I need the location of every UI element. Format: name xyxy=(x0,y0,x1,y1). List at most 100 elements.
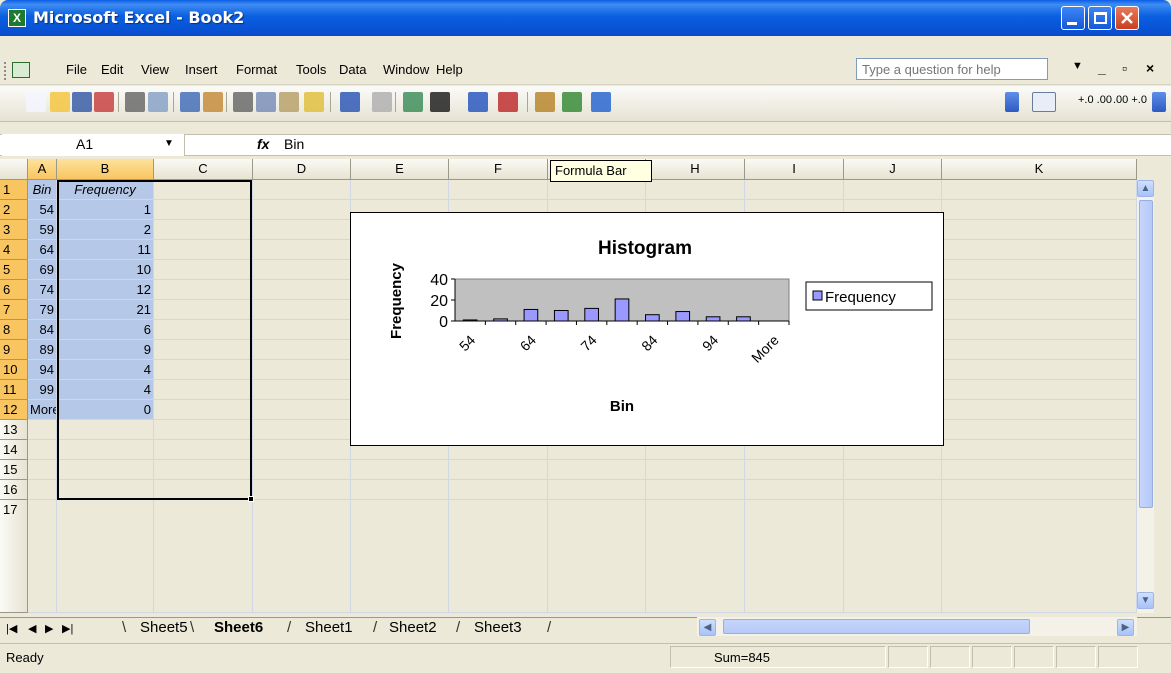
column-header-d[interactable]: D xyxy=(253,159,351,180)
bar-79[interactable] xyxy=(614,298,630,322)
cell[interactable] xyxy=(942,260,1137,280)
column-header-b[interactable]: B xyxy=(57,159,154,180)
cell[interactable] xyxy=(449,180,548,200)
cell[interactable] xyxy=(942,460,1137,480)
sort-descending-icon[interactable] xyxy=(498,92,518,112)
column-header-a[interactable]: A xyxy=(28,159,57,180)
cell[interactable] xyxy=(253,200,351,220)
mdi-restore-icon[interactable]: ▫ xyxy=(1122,60,1127,76)
cell[interactable] xyxy=(253,500,351,613)
last-sheet-icon[interactable]: ▶| xyxy=(62,622,73,635)
cell[interactable] xyxy=(28,420,57,440)
increase-decimal-button[interactable]: +.0 .00 xyxy=(1078,94,1112,106)
workbook-icon[interactable] xyxy=(12,62,30,78)
row-header-10[interactable]: 10 xyxy=(0,360,28,380)
bin-cell[interactable]: 69 xyxy=(28,260,57,280)
cell[interactable] xyxy=(253,320,351,340)
bar-84[interactable] xyxy=(645,314,660,322)
scroll-left-icon[interactable]: ◀ xyxy=(699,619,716,636)
column-header-j[interactable]: J xyxy=(844,159,942,180)
spelling-icon[interactable] xyxy=(180,92,200,112)
cell[interactable] xyxy=(942,380,1137,400)
cell[interactable] xyxy=(646,500,745,613)
cell[interactable] xyxy=(253,440,351,460)
bar-74[interactable] xyxy=(584,307,599,322)
cell[interactable] xyxy=(57,500,154,613)
research-icon[interactable] xyxy=(203,92,223,112)
cell[interactable] xyxy=(745,480,844,500)
cell[interactable] xyxy=(253,460,351,480)
save-icon[interactable] xyxy=(72,92,92,112)
menu-help[interactable]: Help xyxy=(436,62,463,77)
decrease-decimal-button[interactable]: .00 +.0 xyxy=(1113,94,1147,106)
cell[interactable] xyxy=(351,460,449,480)
cell[interactable] xyxy=(253,300,351,320)
cell[interactable] xyxy=(351,480,449,500)
help-search-input[interactable] xyxy=(856,58,1048,80)
menu-window[interactable]: Window xyxy=(383,62,429,77)
row-header-7[interactable]: 7 xyxy=(0,300,28,320)
cell[interactable] xyxy=(548,460,646,480)
sheet-tab-sheet2[interactable]: Sheet2 xyxy=(389,619,437,636)
cell[interactable] xyxy=(942,240,1137,260)
cell[interactable] xyxy=(844,500,942,613)
cell[interactable] xyxy=(646,180,745,200)
name-box-dropdown-icon[interactable]: ▼ xyxy=(164,138,174,149)
bar-99[interactable] xyxy=(736,316,751,322)
cell[interactable] xyxy=(844,180,942,200)
bin-cell[interactable]: 54 xyxy=(28,200,57,220)
open-icon[interactable] xyxy=(50,92,70,112)
redo-icon[interactable] xyxy=(372,92,392,112)
cell[interactable] xyxy=(351,500,449,613)
insert-function-icon[interactable]: fx xyxy=(257,136,269,152)
bar-64[interactable] xyxy=(523,308,539,322)
cell[interactable] xyxy=(253,180,351,200)
cell[interactable] xyxy=(351,180,449,200)
sheet-tab-sheet3[interactable]: Sheet3 xyxy=(474,619,522,636)
sort-ascending-icon[interactable] xyxy=(468,92,488,112)
excel-app-icon[interactable]: X xyxy=(8,9,26,27)
cell[interactable] xyxy=(942,500,1137,613)
cell[interactable] xyxy=(745,500,844,613)
cell[interactable] xyxy=(253,340,351,360)
cell[interactable] xyxy=(253,400,351,420)
cell[interactable] xyxy=(942,200,1137,220)
row-header-1[interactable]: 1 xyxy=(0,180,28,200)
row-header-8[interactable]: 8 xyxy=(0,320,28,340)
print-preview-icon[interactable] xyxy=(148,92,168,112)
help-icon[interactable] xyxy=(591,92,611,112)
row-header-17[interactable]: 17 xyxy=(0,500,28,613)
cell[interactable] xyxy=(449,480,548,500)
scroll-up-icon[interactable]: ▲ xyxy=(1137,180,1154,197)
cut-icon[interactable] xyxy=(233,92,253,112)
column-header-e[interactable]: E xyxy=(351,159,449,180)
scroll-right-icon[interactable]: ▶ xyxy=(1117,619,1134,636)
cell[interactable] xyxy=(942,360,1137,380)
cell[interactable] xyxy=(449,460,548,480)
toolbar-options-icon[interactable] xyxy=(1005,92,1019,112)
bin-cell[interactable]: 74 xyxy=(28,280,57,300)
cell[interactable] xyxy=(253,260,351,280)
first-sheet-icon[interactable]: |◀ xyxy=(6,622,17,635)
next-sheet-icon[interactable]: ▶ xyxy=(45,622,53,635)
row-header-3[interactable]: 3 xyxy=(0,220,28,240)
cell[interactable] xyxy=(253,380,351,400)
autosum-icon[interactable] xyxy=(430,92,450,112)
paste-icon[interactable] xyxy=(279,92,299,112)
row-header-2[interactable]: 2 xyxy=(0,200,28,220)
row-header-5[interactable]: 5 xyxy=(0,260,28,280)
bar-59[interactable] xyxy=(493,318,508,322)
chart-wizard-icon[interactable] xyxy=(535,92,555,112)
cell[interactable] xyxy=(548,480,646,500)
maximize-button[interactable] xyxy=(1088,6,1112,30)
histogram-chart[interactable]: Histogram 40 20 0 54 64 74 84 94 More Bin Frequency… xyxy=(350,212,944,446)
minimize-button[interactable] xyxy=(1061,6,1085,30)
column-header-i[interactable]: I xyxy=(745,159,844,180)
mdi-minimize-icon[interactable]: _ xyxy=(1098,60,1106,76)
cell[interactable] xyxy=(942,220,1137,240)
cell[interactable] xyxy=(548,180,646,200)
sheet-tab-sheet6[interactable]: Sheet6 xyxy=(214,619,263,636)
cell[interactable] xyxy=(253,220,351,240)
prev-sheet-icon[interactable]: ◀ xyxy=(28,622,36,635)
bin-cell[interactable]: More xyxy=(28,400,57,420)
